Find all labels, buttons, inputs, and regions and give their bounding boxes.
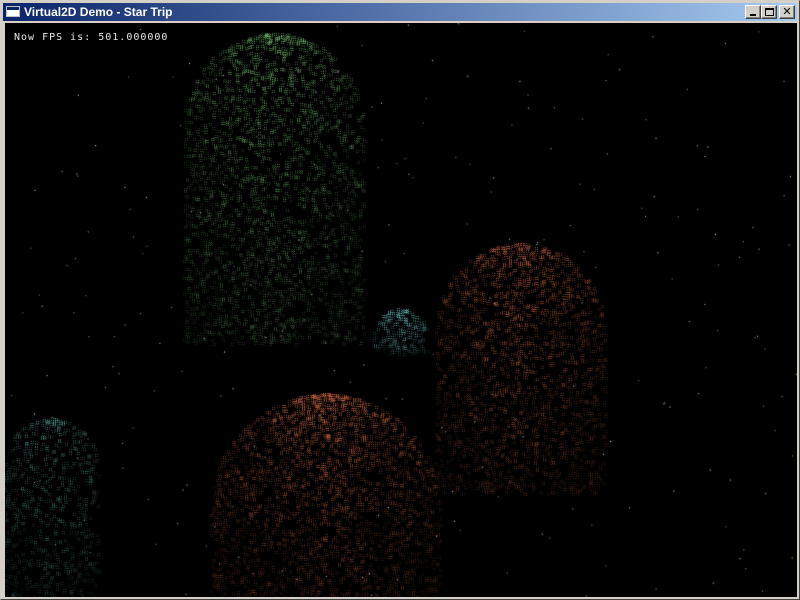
game-viewport[interactable]: Now FPS is: 501.000000 — [5, 23, 797, 597]
title-bar[interactable]: Virtual2D Demo - Star Trip ✕ — [3, 3, 797, 21]
maximize-button[interactable] — [761, 5, 777, 19]
app-window-icon[interactable] — [6, 6, 20, 17]
window-title: Virtual2D Demo - Star Trip — [24, 5, 173, 19]
close-button[interactable]: ✕ — [779, 5, 795, 19]
minimize-icon — [750, 14, 756, 16]
fps-counter: Now FPS is: 501.000000 — [14, 32, 169, 43]
close-icon: ✕ — [782, 5, 792, 18]
maximize-icon — [765, 8, 774, 16]
minimize-button[interactable] — [745, 5, 761, 19]
app-window: Virtual2D Demo - Star Trip ✕ Now FPS is:… — [0, 0, 800, 600]
starfield-canvas — [5, 23, 797, 597]
